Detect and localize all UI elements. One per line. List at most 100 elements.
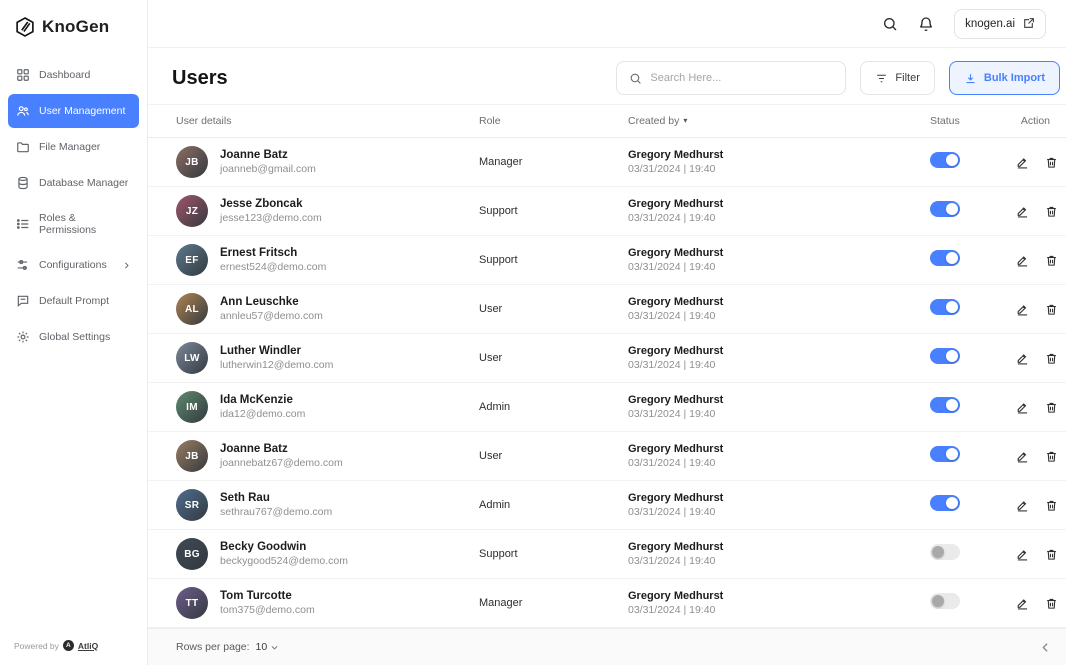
avatar: TT [176, 587, 208, 619]
created-at: 03/31/2024 | 19:40 [628, 506, 930, 518]
app-window: KnoGen Dashboard User Management File Ma… [0, 0, 1066, 665]
status-toggle[interactable] [930, 250, 960, 266]
avatar: BG [176, 538, 208, 570]
rows-per-page-value: 10 [256, 641, 268, 653]
edit-icon[interactable] [1016, 156, 1029, 169]
delete-icon[interactable] [1045, 401, 1058, 414]
column-header-user-details[interactable]: User details [176, 115, 479, 127]
table-row: JB Joanne Batz joanneb@gmail.com Manager… [148, 138, 1066, 187]
user-details-cell: AL Ann Leuschke annleu57@demo.com [176, 293, 479, 325]
status-toggle[interactable] [930, 397, 960, 413]
delete-icon[interactable] [1045, 499, 1058, 512]
sidebar-item-global-settings[interactable]: Global Settings [8, 320, 139, 354]
edit-icon[interactable] [1016, 254, 1029, 267]
avatar: AL [176, 293, 208, 325]
edit-icon[interactable] [1016, 499, 1029, 512]
delete-icon[interactable] [1045, 450, 1058, 463]
user-role: Admin [479, 401, 628, 413]
column-header-created-by[interactable]: Created by ▾ [628, 115, 930, 127]
status-toggle[interactable] [930, 544, 960, 560]
created-by-name: Gregory Medhurst [628, 296, 930, 308]
page-header: Users Filter Bulk Import [148, 48, 1066, 104]
chevron-down-icon [270, 643, 279, 652]
pagination-prev-button[interactable] [1039, 641, 1052, 654]
status-toggle[interactable] [930, 299, 960, 315]
user-email: beckygood524@demo.com [220, 555, 348, 567]
sidebar-item-roles-permissions[interactable]: Roles & Permissions [8, 202, 139, 246]
filter-button[interactable]: Filter [860, 61, 934, 95]
status-toggle[interactable] [930, 593, 960, 609]
created-by-cell: Gregory Medhurst 03/31/2024 | 19:40 [628, 247, 930, 273]
search-input[interactable] [650, 72, 833, 84]
atliq-brand-link[interactable]: AtliQ [78, 641, 98, 651]
delete-icon[interactable] [1045, 597, 1058, 610]
delete-icon[interactable] [1045, 303, 1058, 316]
edit-icon[interactable] [1016, 303, 1029, 316]
edit-icon[interactable] [1016, 548, 1029, 561]
delete-icon[interactable] [1045, 548, 1058, 561]
action-cell [1016, 548, 1060, 561]
column-header-role[interactable]: Role [479, 115, 628, 127]
sidebar-item-default-prompt[interactable]: Default Prompt [8, 284, 139, 318]
column-header-status[interactable]: Status [930, 115, 1016, 127]
user-name: Tom Turcotte [220, 590, 315, 602]
rows-per-page-select[interactable]: 10 [256, 641, 280, 653]
created-by-cell: Gregory Medhurst 03/31/2024 | 19:40 [628, 394, 930, 420]
user-details-cell: IM Ida McKenzie ida12@demo.com [176, 391, 479, 423]
action-cell [1016, 401, 1060, 414]
user-name: Luther Windler [220, 345, 333, 357]
sidebar-item-label: Roles & Permissions [39, 212, 131, 236]
delete-icon[interactable] [1045, 352, 1058, 365]
status-toggle[interactable] [930, 152, 960, 168]
brand-name: KnoGen [42, 17, 109, 37]
bulk-import-button[interactable]: Bulk Import [949, 61, 1060, 95]
toggle-knob [946, 154, 958, 166]
edit-icon[interactable] [1016, 352, 1029, 365]
toggle-knob [946, 497, 958, 509]
toggle-knob [946, 252, 958, 264]
site-link-button[interactable]: knogen.ai [954, 9, 1046, 39]
user-name: Seth Rau [220, 492, 332, 504]
created-by-name: Gregory Medhurst [628, 541, 930, 553]
sidebar-item-configurations[interactable]: Configurations [8, 248, 139, 282]
sidebar-spacer [0, 354, 147, 640]
created-at: 03/31/2024 | 19:40 [628, 604, 930, 616]
created-by-name: Gregory Medhurst [628, 247, 930, 259]
delete-icon[interactable] [1045, 156, 1058, 169]
status-toggle[interactable] [930, 201, 960, 217]
sidebar-item-user-management[interactable]: User Management [8, 94, 139, 128]
brand-logo[interactable]: KnoGen [0, 12, 147, 58]
delete-icon[interactable] [1045, 254, 1058, 267]
avatar: IM [176, 391, 208, 423]
table-row: IM Ida McKenzie ida12@demo.com Admin Gre… [148, 383, 1066, 432]
column-header-action[interactable]: Action [1016, 115, 1056, 127]
status-toggle[interactable] [930, 495, 960, 511]
user-email: joannebatz67@demo.com [220, 457, 343, 469]
created-by-name: Gregory Medhurst [628, 492, 930, 504]
action-cell [1016, 450, 1060, 463]
edit-icon[interactable] [1016, 401, 1029, 414]
sidebar-item-database-manager[interactable]: Database Manager [8, 166, 139, 200]
bell-icon[interactable] [918, 16, 934, 32]
search-icon[interactable] [882, 16, 898, 32]
table-row: SR Seth Rau sethrau767@demo.com Admin Gr… [148, 481, 1066, 530]
database-icon [16, 176, 30, 190]
sidebar-item-label: User Management [39, 105, 125, 117]
main-area: knogen.ai Users Filter Bulk Import [148, 0, 1066, 665]
sort-descending-icon: ▾ [683, 117, 687, 125]
sidebar-item-dashboard[interactable]: Dashboard [8, 58, 139, 92]
created-by-name: Gregory Medhurst [628, 394, 930, 406]
avatar: JZ [176, 195, 208, 227]
status-cell [930, 397, 1016, 418]
edit-icon[interactable] [1016, 205, 1029, 218]
delete-icon[interactable] [1045, 205, 1058, 218]
sidebar-item-file-manager[interactable]: File Manager [8, 130, 139, 164]
user-email: ida12@demo.com [220, 408, 305, 420]
edit-icon[interactable] [1016, 597, 1029, 610]
status-toggle[interactable] [930, 348, 960, 364]
table-row: LW Luther Windler lutherwin12@demo.com U… [148, 334, 1066, 383]
edit-icon[interactable] [1016, 450, 1029, 463]
status-toggle[interactable] [930, 446, 960, 462]
created-by-name: Gregory Medhurst [628, 149, 930, 161]
created-at: 03/31/2024 | 19:40 [628, 359, 930, 371]
